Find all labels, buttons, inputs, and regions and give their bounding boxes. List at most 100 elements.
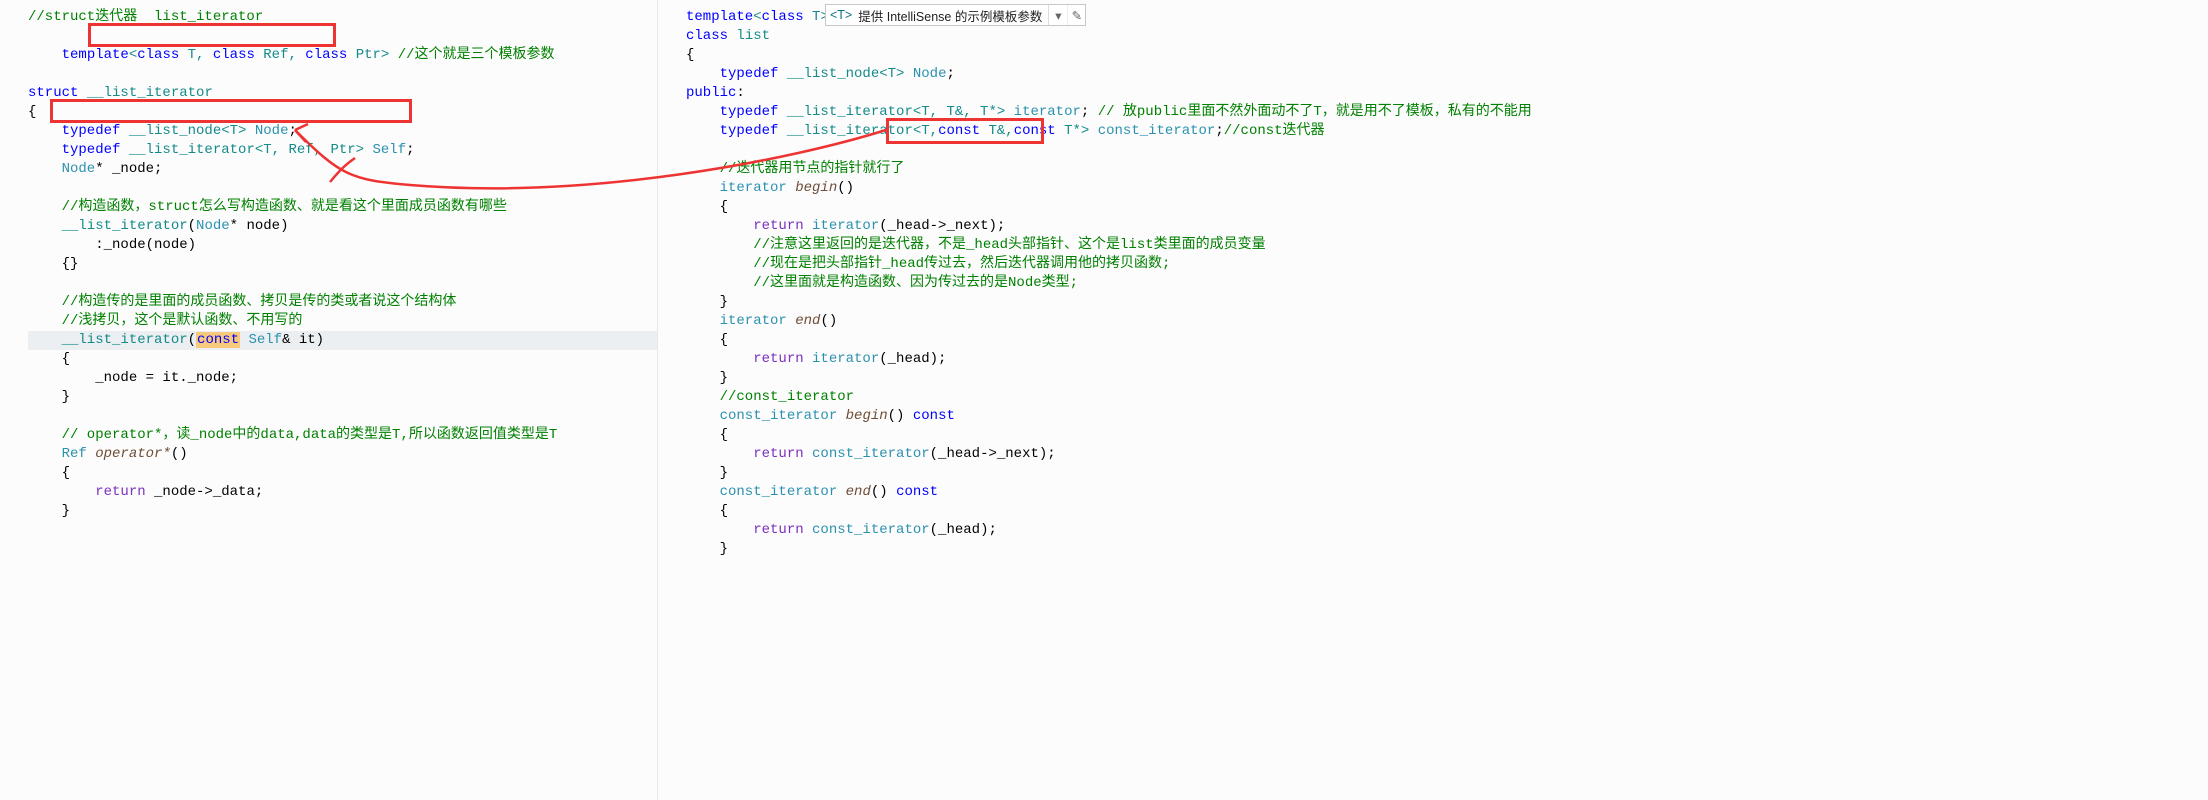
args: (_head);: [879, 351, 946, 367]
keyword-typedef: typedef: [686, 66, 778, 82]
keyword-class: class: [305, 47, 347, 63]
type: __list_iterator: [120, 142, 254, 158]
param-rest: & it): [282, 332, 324, 348]
brace: {: [28, 351, 70, 367]
semicolon: ;: [288, 123, 296, 139]
param-type: Node: [196, 218, 230, 234]
paren: (: [188, 332, 196, 348]
args: (_head->_next);: [930, 446, 1056, 462]
keyword-return: return: [686, 351, 804, 367]
tmpl-args: <T, T&, T*>: [913, 104, 1014, 120]
keyword-return: return: [686, 218, 804, 234]
param-type: Self: [240, 332, 282, 348]
args: (_head->_next);: [879, 218, 1005, 234]
tmpl-close: T*>: [1056, 123, 1098, 139]
brace: {: [28, 104, 36, 120]
parens: (): [888, 408, 913, 424]
type: __list_node: [120, 123, 221, 139]
brace: }: [28, 389, 70, 405]
args: (_head);: [930, 522, 997, 538]
keyword-const: const: [1014, 123, 1056, 139]
tmpl-args: <T, Ref, Ptr>: [255, 142, 373, 158]
comment: //迭代器用节点的指针就行了: [686, 161, 904, 177]
colon: :: [736, 85, 744, 101]
comment: //现在是把头部指针_head传过去，然后迭代器调用他的拷贝函数;: [686, 256, 1170, 272]
angle-open: <: [753, 9, 761, 25]
init-list: :_node(node): [28, 237, 196, 253]
return-type: const_iterator: [686, 484, 837, 500]
semicolon: ;: [406, 142, 414, 158]
type: __list_iterator: [778, 123, 912, 139]
keyword-template: template: [62, 47, 129, 63]
brace: }: [686, 370, 728, 386]
comment: //构造传的是里面的成员函数、拷贝是传的类或者说这个结构体: [28, 294, 456, 310]
method-name: end: [837, 484, 871, 500]
keyword-const: const: [913, 408, 955, 424]
statement: _node = it._node;: [28, 370, 238, 386]
tmpl-open: <T,: [913, 123, 938, 139]
struct-name: __list_iterator: [78, 85, 212, 101]
keyword-class: class: [213, 47, 255, 63]
type-alias: Node: [255, 123, 289, 139]
method-name: begin: [837, 408, 887, 424]
brace: {: [686, 427, 728, 443]
keyword-const: const: [896, 484, 938, 500]
intellisense-edit-button[interactable]: ✎: [1067, 5, 1085, 25]
keyword-class: class: [686, 28, 728, 44]
type-alias: Node: [913, 66, 947, 82]
brace: }: [686, 541, 728, 557]
brace: }: [686, 465, 728, 481]
type: __list_node: [778, 66, 879, 82]
ctor-name: __list_iterator: [28, 218, 188, 234]
tmpl-mid: T&,: [980, 123, 1014, 139]
brace: {: [686, 47, 694, 63]
comment: //构造函数，struct怎么写构造函数、就是看这个里面成员函数有哪些: [28, 199, 507, 215]
type-alias: const_iterator: [1098, 123, 1216, 139]
comment: //const迭代器: [1224, 123, 1325, 139]
keyword-const-highlight: const: [196, 332, 240, 348]
brace: {: [686, 332, 728, 348]
brace: }: [686, 294, 728, 310]
type: Node: [28, 161, 95, 177]
return-type: const_iterator: [686, 408, 837, 424]
keyword-struct: struct: [28, 85, 78, 101]
return-type: iterator: [686, 180, 787, 196]
intellisense-popup[interactable]: <T> 提供 IntelliSense 的示例模板参数 ▾ ✎: [825, 4, 1086, 26]
comment: //struct迭代器 list_iterator: [28, 9, 263, 25]
intellisense-dropdown-button[interactable]: ▾: [1049, 5, 1067, 25]
brace: }: [28, 503, 70, 519]
param-rest: * node): [230, 218, 289, 234]
comment: //const_iterator: [686, 389, 854, 405]
comment: // operator*，读_node中的data,data的类型是T,所以函数…: [28, 427, 557, 443]
keyword-class: class: [137, 47, 179, 63]
semi: ;: [1081, 104, 1098, 120]
parens: (): [171, 446, 188, 462]
parens: (): [837, 180, 854, 196]
intellisense-tag: <T>: [826, 8, 856, 22]
keyword-return: return: [28, 484, 146, 500]
class-name: list: [728, 28, 770, 44]
semi: ;: [1215, 123, 1223, 139]
comment: //这个就是三个模板参数: [389, 47, 554, 63]
keyword-return: return: [686, 522, 804, 538]
parens: (): [820, 313, 837, 329]
return-type: Ref: [28, 446, 95, 462]
right-code-pane[interactable]: template<class T> class list { typedef _…: [658, 0, 2208, 800]
return-type: iterator: [686, 313, 787, 329]
keyword-public: public: [686, 85, 736, 101]
comment: //这里面就是构造函数、因为传过去的是Node类型;: [686, 275, 1078, 291]
paren: (: [188, 218, 196, 234]
comment: // 放public里面不然外面动不了T，就是用不了模板，私有的不能用: [1098, 104, 1532, 120]
type-alias: Self: [372, 142, 406, 158]
expr: _node->_data;: [146, 484, 264, 500]
ctor-call: const_iterator: [804, 446, 930, 462]
tparam: Ref,: [255, 47, 305, 63]
tmpl-args: <T>: [221, 123, 255, 139]
type-alias: iterator: [1014, 104, 1081, 120]
angle-open: <: [129, 47, 137, 63]
parens: (): [871, 484, 896, 500]
left-code-pane[interactable]: //struct迭代器 list_iterator template<class…: [0, 0, 658, 800]
member-decl: * _node;: [95, 161, 162, 177]
keyword-class: class: [762, 9, 804, 25]
comment: //注意这里返回的是迭代器，不是_head头部指针、这个是list类里面的成员变…: [686, 237, 1266, 253]
